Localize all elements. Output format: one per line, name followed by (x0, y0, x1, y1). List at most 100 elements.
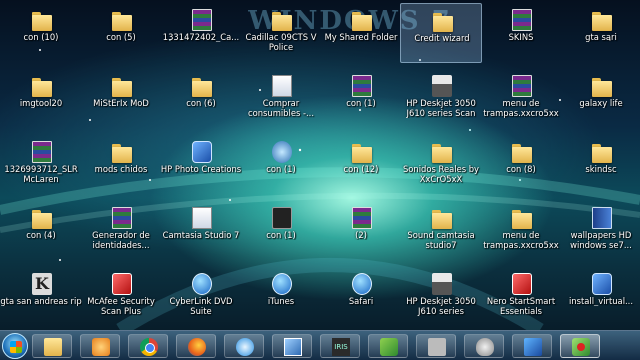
taskbar-mouse-settings-button[interactable] (464, 334, 504, 358)
desktop-shortcut[interactable]: Cadillac 09CTS V Police (240, 3, 322, 63)
desktop-shortcut[interactable]: Camtasia Studio 7 (160, 201, 242, 261)
video-file-icon (272, 207, 292, 229)
desktop-shortcut-label: mods chidos (94, 164, 148, 174)
windows-start-icon[interactable] (2, 333, 28, 359)
desktop[interactable]: con (10) con (5) 1331472402_Ca... Cadillac … (0, 0, 640, 330)
game-launcher-icon: IRIS (332, 338, 350, 356)
taskbar-game-launcher-button[interactable]: IRIS (320, 334, 360, 358)
live-messenger-icon (380, 338, 398, 356)
desktop-shortcut-label: CyberLink DVD Suite (169, 296, 233, 316)
desktop-shortcut[interactable]: con (12) (320, 135, 402, 195)
taskbar-safari-button[interactable] (224, 334, 264, 358)
folder-icon (112, 75, 132, 97)
desktop-shortcut[interactable]: menu de trampas.xxcro5xx (480, 69, 562, 129)
taskbar-camtasia-recorder-button[interactable] (560, 334, 600, 358)
folder-icon (112, 9, 132, 31)
desktop-shortcut[interactable]: Nero StartSmart Essentials (480, 267, 562, 327)
taskbar-network-app-button[interactable] (512, 334, 552, 358)
desktop-shortcut[interactable]: (2) (320, 201, 402, 261)
desktop-shortcut[interactable]: Sound camtasia studio7 (400, 201, 482, 261)
desktop-shortcut[interactable]: HP Deskjet 3050 J610 series Scan (400, 69, 482, 129)
desktop-shortcut[interactable]: con (1) (240, 135, 322, 195)
desktop-shortcut[interactable]: Generador de identidades... (80, 201, 162, 261)
desktop-shortcut[interactable]: McAfee Security Scan Plus (80, 267, 162, 327)
desktop-shortcut[interactable]: con (6) (160, 69, 242, 129)
desktop-shortcut[interactable]: MiStErIx MoD (80, 69, 162, 129)
desktop-shortcut-label: McAfee Security Scan Plus (87, 296, 155, 316)
folder-icon (32, 207, 52, 229)
desktop-shortcut[interactable]: wallpapers HD windows se7... (560, 201, 640, 261)
winrar-archive-icon (512, 75, 532, 97)
network-app-icon (524, 338, 542, 356)
desktop-shortcut[interactable]: gta sari (560, 3, 640, 63)
desktop-shortcut[interactable]: 1326993712_SLR McLaren (0, 135, 82, 195)
windows-explorer-icon (44, 338, 62, 356)
desktop-shortcut[interactable]: con (10) (0, 3, 82, 63)
desktop-shortcut[interactable]: HP Photo Creations (160, 135, 242, 195)
taskbar-user-photo-button[interactable] (416, 334, 456, 358)
desktop-shortcut[interactable]: install_virtual... (560, 267, 640, 327)
installer-icon (592, 273, 612, 295)
desktop-shortcut[interactable]: galaxy life (560, 69, 640, 129)
desktop-shortcut[interactable]: con (5) (80, 3, 162, 63)
winrar-archive-icon (112, 207, 132, 229)
taskbar-show-desktop-button[interactable] (272, 334, 312, 358)
desktop-shortcut[interactable]: My Shared Folder (320, 3, 402, 63)
desktop-shortcut[interactable]: Comprar consumibles -... (240, 69, 322, 129)
folder-icon (432, 141, 452, 163)
taskbar-google-chrome-button[interactable] (128, 334, 168, 358)
taskbar-windows-media-player-button[interactable] (80, 334, 120, 358)
sound-file-icon (272, 141, 292, 163)
desktop-shortcut-label: con (6) (186, 98, 216, 108)
desktop-shortcut[interactable]: Kgta san andreas rip (0, 267, 82, 327)
itunes-icon (272, 273, 292, 295)
winrar-archive-icon (512, 9, 532, 31)
desktop-shortcut-label: MiStErIx MoD (93, 98, 149, 108)
folder-icon (432, 207, 452, 229)
desktop-shortcut[interactable]: con (1) (240, 201, 322, 261)
desktop-shortcut-label: skindsc (585, 164, 617, 174)
desktop-shortcut-label: Comprar consumibles -... (247, 98, 315, 118)
desktop-shortcut[interactable]: Safari (320, 267, 402, 327)
desktop-shortcut[interactable]: iTunes (240, 267, 322, 327)
desktop-shortcut[interactable]: CyberLink DVD Suite (160, 267, 242, 327)
desktop-shortcut[interactable]: con (4) (0, 201, 82, 261)
desktop-shortcut[interactable]: HP Deskjet 3050 J610 series (400, 267, 482, 327)
printer-icon (432, 273, 452, 295)
desktop-shortcut[interactable]: SKINS (480, 3, 562, 63)
desktop-shortcut-label: Camtasia Studio 7 (162, 230, 240, 240)
desktop-shortcut[interactable]: con (1) (320, 69, 402, 129)
taskbar-firefox-button[interactable] (176, 334, 216, 358)
winrar-archive-icon (192, 9, 212, 31)
desktop-shortcut-label: (2) (355, 230, 367, 240)
desktop-shortcut[interactable]: Sonidos Reales by XxCrO5xX (400, 135, 482, 195)
folder-icon (272, 9, 292, 31)
desktop-shortcut[interactable]: skindsc (560, 135, 640, 195)
desktop-shortcut[interactable]: 1331472402_Ca... (160, 3, 242, 63)
folder-icon (32, 9, 52, 31)
taskbar-live-messenger-button[interactable] (368, 334, 408, 358)
winrar-archive-icon (352, 75, 372, 97)
desktop-shortcut-label: con (4) (26, 230, 56, 240)
desktop-shortcut-label: menu de trampas.xxcro5xx (483, 98, 559, 118)
desktop-shortcut-label: con (1) (266, 230, 296, 240)
desktop-shortcut[interactable]: con (8) (480, 135, 562, 195)
mouse-settings-icon (476, 338, 494, 356)
desktop-shortcut-label: gta sari (585, 32, 617, 42)
folder-icon (592, 141, 612, 163)
printer-icon (432, 75, 452, 97)
winrar-archive-icon (32, 141, 52, 163)
desktop-shortcut-label: Credit wizard (414, 33, 470, 43)
safari-icon (352, 273, 372, 295)
desktop-shortcut[interactable]: imgtool20 (0, 69, 82, 129)
desktop-shortcut[interactable]: menu de trampas.xxcro5xx (480, 201, 562, 261)
google-chrome-icon (140, 338, 158, 356)
camtasia-recorder-icon (572, 338, 590, 356)
desktop-shortcut[interactable]: Credit wizard (400, 3, 482, 63)
desktop-shortcut-label: 1326993712_SLR McLaren (4, 164, 78, 184)
taskbar: IRIS (0, 330, 640, 360)
folder-icon (512, 207, 532, 229)
desktop-shortcut[interactable]: mods chidos (80, 135, 162, 195)
folder-icon (112, 141, 132, 163)
taskbar-windows-explorer-button[interactable] (32, 334, 72, 358)
